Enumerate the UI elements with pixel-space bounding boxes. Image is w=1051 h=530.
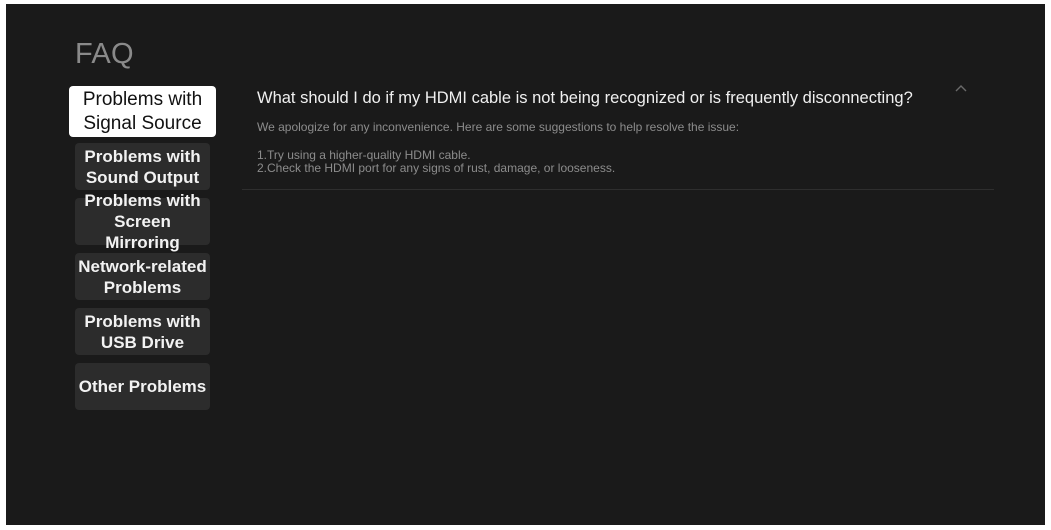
sidebar-item-sound-output[interactable]: Problems with Sound Output [75,143,210,190]
sidebar-item-label: Problems with Sound Output [84,146,201,187]
page-title: FAQ [75,38,134,70]
sidebar-item-network[interactable]: Network-related Problems [75,253,210,300]
faq-answer-steps: 1.Try using a higher-quality HDMI cable.… [257,149,994,175]
sidebar-item-screen-mirroring[interactable]: Problems with Screen Mirroring [75,191,210,252]
faq-content: What should I do if my HDMI cable is not… [242,78,994,190]
faq-screen: FAQ Problems with Signal Source Problems… [6,4,1045,525]
sidebar-item-label: Problems with USB Drive [84,311,201,352]
faq-question[interactable]: What should I do if my HDMI cable is not… [257,78,994,109]
faq-answer-intro: We apologize for any inconvenience. Here… [257,120,740,134]
chevron-up-icon[interactable] [954,82,968,96]
faq-item[interactable]: What should I do if my HDMI cable is not… [242,78,994,190]
sidebar-item-label: Other Problems [78,377,207,396]
sidebar-item-label: Problems with Screen Mirroring [84,191,201,252]
sidebar-item-label: Network-related Problems [78,256,207,297]
sidebar-item-label: Problems with Signal Source [82,88,203,134]
sidebar-item-other-problems[interactable]: Other Problems [75,363,210,410]
sidebar-item-signal-source[interactable]: Problems with Signal Source [69,86,216,137]
faq-answer-step: 2.Check the HDMI port for any signs of r… [257,161,616,175]
sidebar-item-usb-drive[interactable]: Problems with USB Drive [75,308,210,355]
